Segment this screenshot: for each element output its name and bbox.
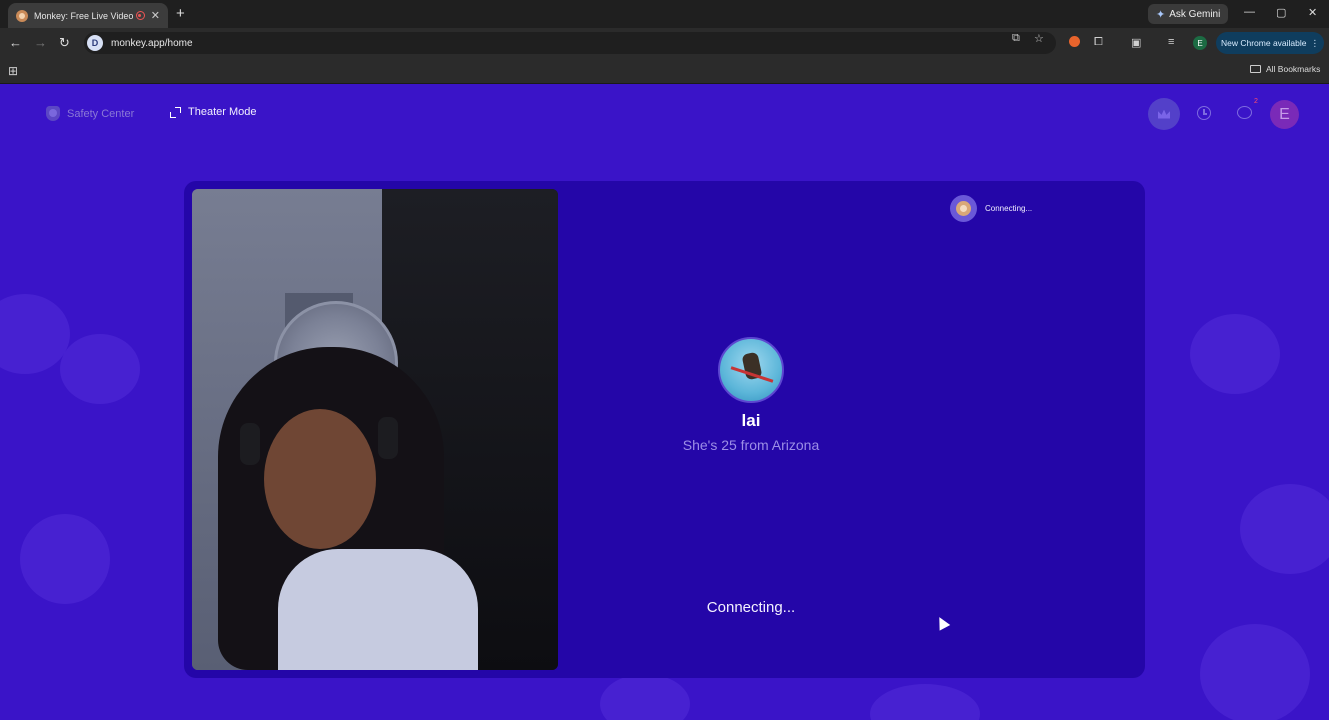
video-person-shirt <box>278 549 478 670</box>
all-bookmarks-button[interactable]: All Bookmarks <box>1250 64 1320 74</box>
connection-status-chip: Connecting... <box>950 194 1120 222</box>
user-avatar[interactable]: E <box>1270 100 1299 129</box>
tab-title: Monkey: Free Live Video Ch <box>34 10 136 21</box>
address-bar[interactable]: D monkey.app/home <box>84 32 1056 54</box>
safety-center-link[interactable]: Safety Center <box>46 106 134 121</box>
premium-button[interactable] <box>1148 98 1180 130</box>
extension-orange-icon[interactable] <box>1069 36 1080 47</box>
peer-avatar <box>718 337 784 403</box>
theater-mode-label: Theater Mode <box>188 106 257 118</box>
reload-icon[interactable]: ↻ <box>59 35 70 51</box>
recording-indicator-icon <box>135 11 145 20</box>
tab-close-icon[interactable]: ✕ <box>151 9 160 22</box>
bg-blob <box>0 294 70 374</box>
back-arrow-icon[interactable]: ← <box>9 35 22 50</box>
site-info-icon[interactable]: D <box>87 35 103 51</box>
video-chat-stage: Connecting... lai She's 25 from Arizona … <box>184 181 1145 678</box>
forward-arrow-icon[interactable]: → <box>34 35 47 50</box>
history-clock-icon[interactable] <box>1197 106 1211 120</box>
monkey-favicon-icon <box>16 9 28 22</box>
bg-blob <box>1200 624 1310 720</box>
bg-blob <box>870 684 980 720</box>
shield-icon <box>46 106 60 121</box>
bg-blob <box>60 334 140 404</box>
extensions-puzzle-icon[interactable]: ⧠ <box>1094 36 1103 49</box>
more-menu-icon: ⋮ <box>1310 37 1320 48</box>
headphones-icon <box>240 423 260 465</box>
apps-grid-icon[interactable]: ⊞ <box>8 64 18 78</box>
browser-titlebar: Monkey: Free Live Video Ch ✕ + ✦ Ask Gem… <box>0 0 1329 28</box>
safety-center-label: Safety Center <box>67 107 135 120</box>
monkey-avatar-icon <box>950 194 977 222</box>
media-control-icon[interactable]: ≡ <box>1168 36 1174 48</box>
chrome-update-button[interactable]: New Chrome available ⋮ <box>1216 32 1324 54</box>
minimize-button[interactable]: — <box>1244 6 1255 18</box>
ask-gemini-label: Ask Gemini <box>1169 8 1221 20</box>
update-label: New Chrome available <box>1220 38 1307 48</box>
bookmark-star-icon[interactable]: ☆ <box>1034 32 1044 45</box>
monkey-page: Safety Center Theater Mode 2 E Connectin… <box>0 84 1329 720</box>
bg-blob <box>600 674 690 720</box>
new-tab-button[interactable]: + <box>176 5 185 22</box>
bookmarks-bar: ⊞ All Bookmarks <box>0 58 1329 84</box>
self-video-feed <box>192 189 558 670</box>
close-window-button[interactable]: ✕ <box>1308 6 1317 19</box>
expand-icon <box>170 106 181 118</box>
headphones-icon <box>378 417 398 459</box>
peer-subtitle: She's 25 from Arizona <box>682 437 820 453</box>
profile-avatar[interactable]: E <box>1193 36 1207 50</box>
chat-notification-badge: 2 <box>1254 98 1258 105</box>
ask-gemini-button[interactable]: ✦ Ask Gemini <box>1148 4 1229 24</box>
bg-blob <box>20 514 110 604</box>
url-text[interactable]: monkey.app/home <box>111 38 193 49</box>
tab-search-icon[interactable]: ▣ <box>1131 36 1141 49</box>
crown-icon <box>1158 109 1170 119</box>
mini-status-text: Connecting... <box>985 203 1033 213</box>
browser-tab[interactable]: Monkey: Free Live Video Ch ✕ <box>8 3 168 28</box>
restore-button[interactable]: ▢ <box>1276 6 1286 19</box>
peer-name: lai <box>741 411 761 430</box>
theater-mode-button[interactable]: Theater Mode <box>170 106 256 118</box>
chat-bubble-icon[interactable] <box>1237 106 1252 119</box>
all-bookmarks-label: All Bookmarks <box>1266 64 1321 74</box>
connecting-status: Connecting... <box>706 599 796 616</box>
bg-blob <box>1240 484 1329 574</box>
folder-icon <box>1250 65 1261 73</box>
bg-blob <box>1190 314 1280 394</box>
install-app-icon[interactable]: ⧉ <box>1012 32 1020 45</box>
video-person-face <box>264 409 376 549</box>
browser-toolbar: ← → ↻ D monkey.app/home ⧉ ☆ ⧠ ▣ ≡ E New … <box>0 28 1329 58</box>
gemini-spark-icon: ✦ <box>1156 8 1166 21</box>
